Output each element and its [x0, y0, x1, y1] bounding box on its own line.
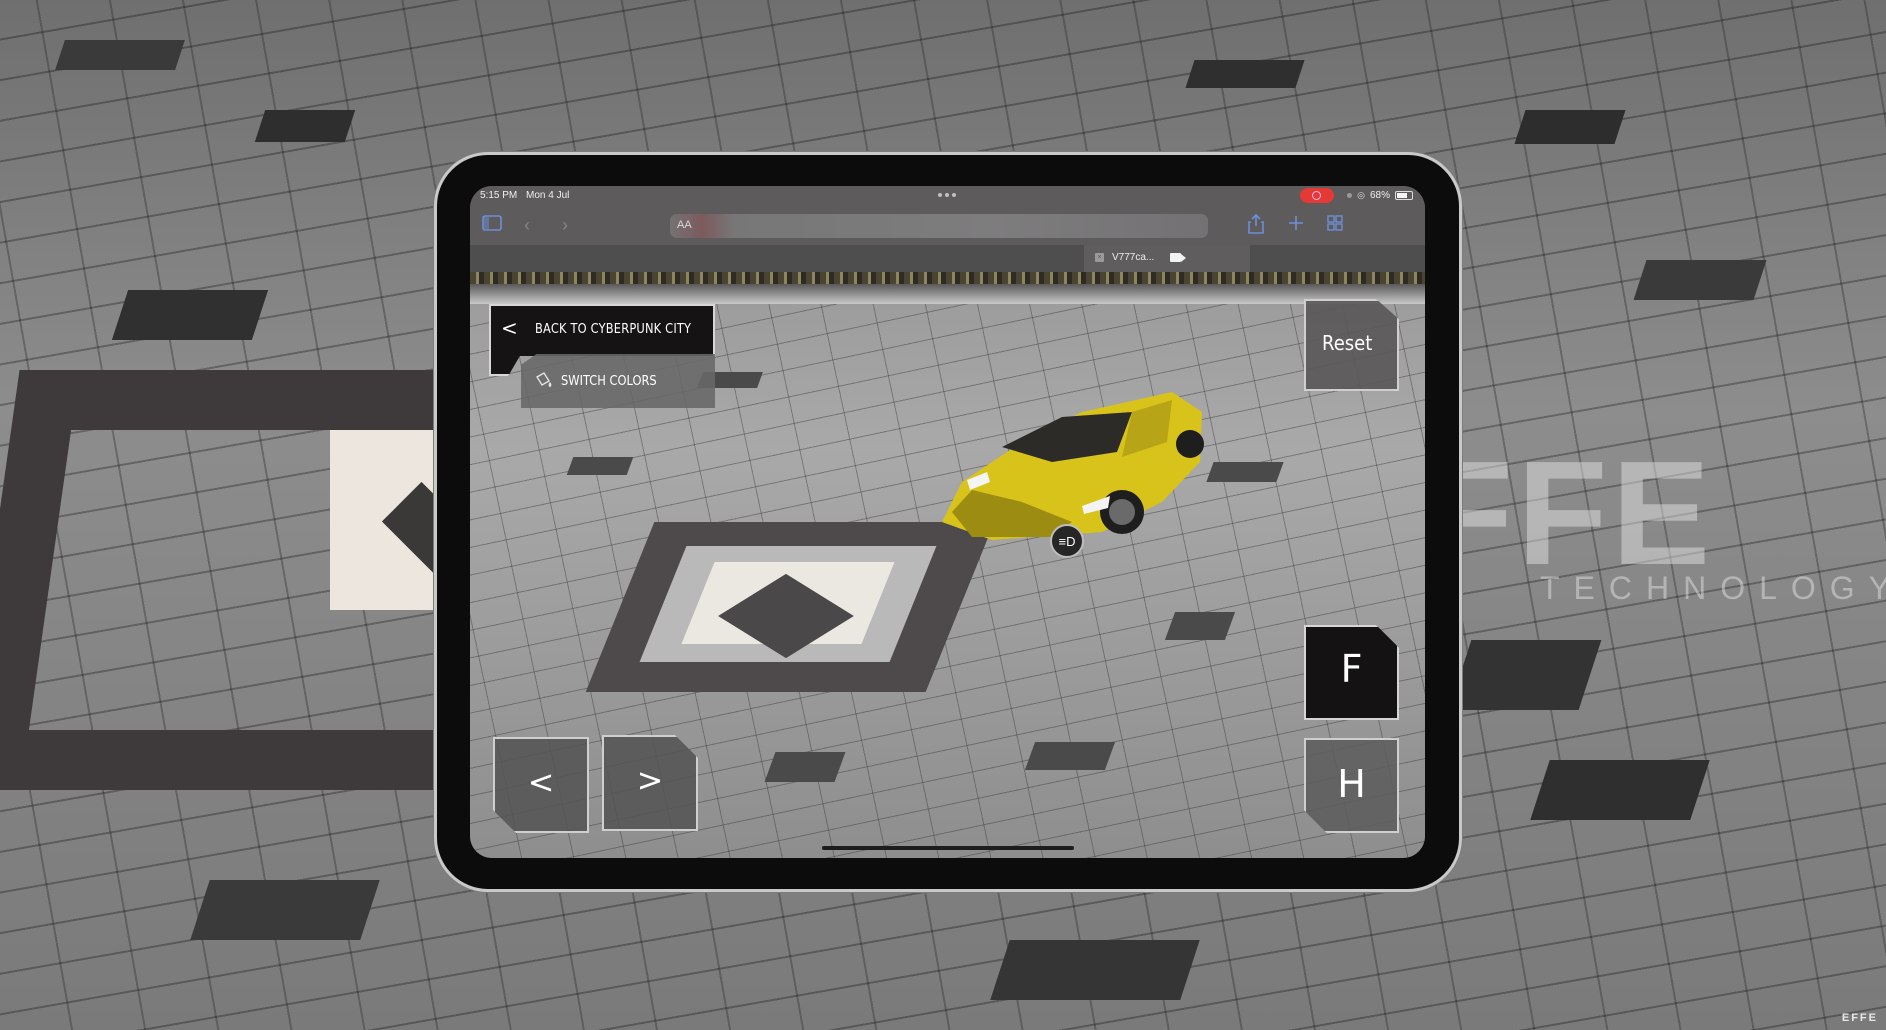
- h-button[interactable]: H: [1304, 738, 1399, 833]
- chevron-right-icon[interactable]: ›: [562, 214, 568, 236]
- paving-tile: [190, 880, 380, 940]
- plus-icon[interactable]: [1288, 214, 1304, 236]
- status-bar: 5:15 PM Mon 4 Jul ◎ 68%: [470, 186, 1425, 206]
- tab-active[interactable]: [1084, 245, 1250, 272]
- browser-toolbar: ‹ › AA: [470, 206, 1425, 245]
- status-time: 5:15 PM: [480, 190, 518, 201]
- back-arrow-icon: <: [501, 316, 518, 340]
- paving-tile: [1448, 640, 1602, 710]
- headlight-button[interactable]: ≡D: [1050, 524, 1084, 558]
- next-button[interactable]: >: [602, 735, 698, 831]
- camera-icon: [1170, 253, 1186, 262]
- share-icon[interactable]: [1248, 213, 1264, 239]
- grid-icon[interactable]: [1327, 214, 1343, 236]
- paving-tile: [1206, 462, 1284, 482]
- paint-bucket-icon: [534, 371, 554, 394]
- previous-button[interactable]: <: [493, 737, 589, 833]
- paving-tile: [764, 752, 846, 782]
- paving-tile: [1530, 760, 1710, 820]
- chevron-left-icon[interactable]: ‹: [524, 214, 530, 236]
- switch-colors-label: SWITCH COLORS: [561, 374, 657, 389]
- horizon-strip: [470, 284, 1425, 304]
- url-bar[interactable]: AA: [670, 214, 1208, 238]
- paving-tile: [1514, 110, 1626, 144]
- wifi-icon: ◎: [1357, 190, 1365, 200]
- paving-tile: [1185, 60, 1305, 88]
- reset-label: Reset: [1322, 331, 1373, 355]
- hedge-strip: [470, 272, 1425, 284]
- close-tab-icon[interactable]: ×: [1095, 253, 1104, 262]
- tab-title[interactable]: V777ca...: [1112, 252, 1154, 263]
- previous-label: <: [527, 763, 555, 801]
- f-label: F: [1340, 647, 1363, 691]
- ipad-screen: 5:15 PM Mon 4 Jul ◎ 68% ‹ › AA × V777ca.…: [470, 186, 1425, 858]
- paving-tile: [111, 290, 269, 340]
- status-right: ◎ 68%: [1347, 190, 1413, 201]
- next-label: >: [636, 761, 664, 799]
- watermark-corner: EFFE: [1841, 1012, 1878, 1024]
- multitasking-dots-icon[interactable]: [938, 193, 956, 197]
- headlight-icon: ≡D: [1058, 533, 1076, 549]
- text-size-button[interactable]: AA: [677, 219, 692, 231]
- switch-colors-button[interactable]: SWITCH COLORS: [521, 354, 715, 408]
- paving-tile: [990, 940, 1200, 1000]
- back-button-tail: [489, 354, 521, 376]
- h-label: H: [1337, 762, 1366, 806]
- tab-strip: × V777ca...: [470, 245, 1425, 272]
- battery-icon: [1395, 191, 1413, 200]
- battery-percent: 68%: [1369, 190, 1390, 201]
- f-button[interactable]: F: [1304, 625, 1399, 720]
- ar-camera-view[interactable]: ≡D < BACK TO CYBERPUNK CITY SWITCH COLOR…: [470, 272, 1425, 858]
- screen-recording-icon: [1300, 188, 1334, 203]
- paving-tile: [1164, 612, 1236, 640]
- sidebar-icon[interactable]: [482, 214, 502, 236]
- sports-car-model[interactable]: [932, 372, 1212, 542]
- watermark-sub: TECHNOLOGY: [1540, 570, 1886, 606]
- back-button-label: BACK TO CYBERPUNK CITY: [535, 322, 692, 337]
- paving-tile: [55, 40, 185, 70]
- back-to-city-button[interactable]: < BACK TO CYBERPUNK CITY: [489, 304, 715, 356]
- paving-tile: [566, 457, 634, 475]
- paving-tile: [1024, 742, 1116, 770]
- home-indicator[interactable]: [822, 846, 1074, 850]
- location-dot-icon: [1347, 193, 1353, 198]
- status-date: Mon 4 Jul: [526, 190, 570, 201]
- paving-tile: [1633, 260, 1767, 300]
- paving-tile: [254, 110, 356, 142]
- reset-button[interactable]: Reset: [1304, 299, 1399, 391]
